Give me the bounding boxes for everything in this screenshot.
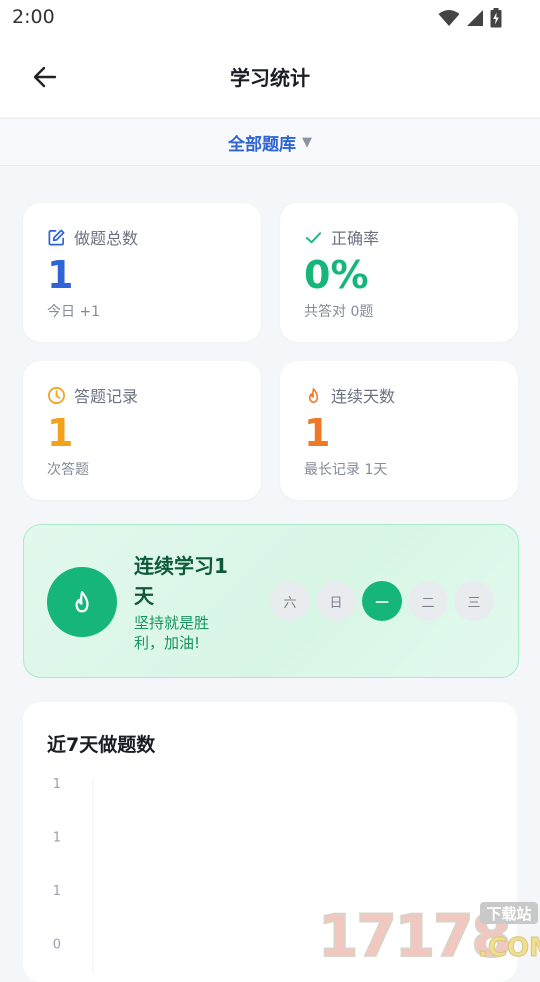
streak-motto: 坚持就是胜利，加油! bbox=[134, 614, 210, 652]
day-dot: 日 bbox=[316, 581, 356, 621]
streak-card: 连续学习1天 坚持就是胜利，加油! 六 日 一 二 三 bbox=[23, 524, 519, 678]
wifi-icon bbox=[438, 10, 460, 26]
watermark-logo: 17178 下载站 .COM bbox=[317, 898, 540, 971]
day-dot: 六 bbox=[270, 581, 310, 621]
stat-value: 1 bbox=[47, 411, 74, 455]
stat-subtext: 最长记录 1天 bbox=[304, 462, 388, 478]
flame-icon bbox=[308, 387, 319, 403]
filter-label: 全部题库 bbox=[228, 134, 296, 155]
stat-label: 连续天数 bbox=[331, 387, 396, 406]
battery-icon bbox=[490, 8, 502, 28]
stat-label: 答题记录 bbox=[74, 387, 139, 406]
day-dot: 三 bbox=[454, 581, 494, 621]
stat-card-records: 答题记录 1 次答题 bbox=[23, 361, 261, 500]
chart-title: 近7天做题数 bbox=[47, 734, 156, 756]
day-dot-today: 一 bbox=[362, 581, 402, 621]
streak-badge bbox=[47, 567, 117, 637]
stat-subtext: 次答题 bbox=[47, 462, 89, 478]
site-logo-icon: 17178 下载站 .COM bbox=[317, 901, 540, 971]
check-icon bbox=[305, 231, 322, 243]
status-bar: 2:00 bbox=[0, 0, 540, 36]
y-tick-label: 1 bbox=[53, 831, 61, 846]
cell-signal-icon bbox=[467, 10, 483, 26]
bank-filter-dropdown[interactable]: 全部题库 ▼ bbox=[0, 118, 540, 166]
clock-icon bbox=[48, 386, 65, 404]
caret-down-icon: ▼ bbox=[302, 135, 312, 150]
y-tick-label: 0 bbox=[53, 938, 61, 953]
stat-card-streak-days: 连续天数 1 最长记录 1天 bbox=[280, 361, 518, 500]
edit-icon bbox=[48, 229, 65, 245]
flame-icon bbox=[75, 591, 89, 613]
stat-card-total: 做题总数 1 今日 +1 bbox=[23, 203, 261, 342]
stat-subtext: 共答对 0题 bbox=[304, 304, 374, 320]
stat-value: 1 bbox=[304, 411, 331, 455]
stat-value: 1 bbox=[47, 253, 74, 297]
stat-value: 0% bbox=[304, 253, 369, 297]
stat-label: 做题总数 bbox=[74, 229, 139, 248]
watermark-tag: 下载站 bbox=[486, 905, 531, 923]
watermark-suffix: .COM bbox=[478, 933, 540, 960]
y-tick-label: 1 bbox=[53, 777, 61, 792]
stat-label: 正确率 bbox=[331, 229, 380, 248]
status-icons bbox=[438, 8, 502, 28]
page-title: 学习统计 bbox=[230, 66, 310, 90]
stat-subtext: 今日 +1 bbox=[47, 304, 101, 320]
app-bar: 学习统计 bbox=[0, 36, 540, 117]
y-tick-label: 1 bbox=[53, 884, 61, 899]
status-time: 2:00 bbox=[12, 6, 55, 28]
stat-card-accuracy: 正确率 0% 共答对 0题 bbox=[280, 203, 518, 342]
day-dot: 二 bbox=[408, 581, 448, 621]
streak-title: 连续学习1天 bbox=[134, 554, 228, 608]
